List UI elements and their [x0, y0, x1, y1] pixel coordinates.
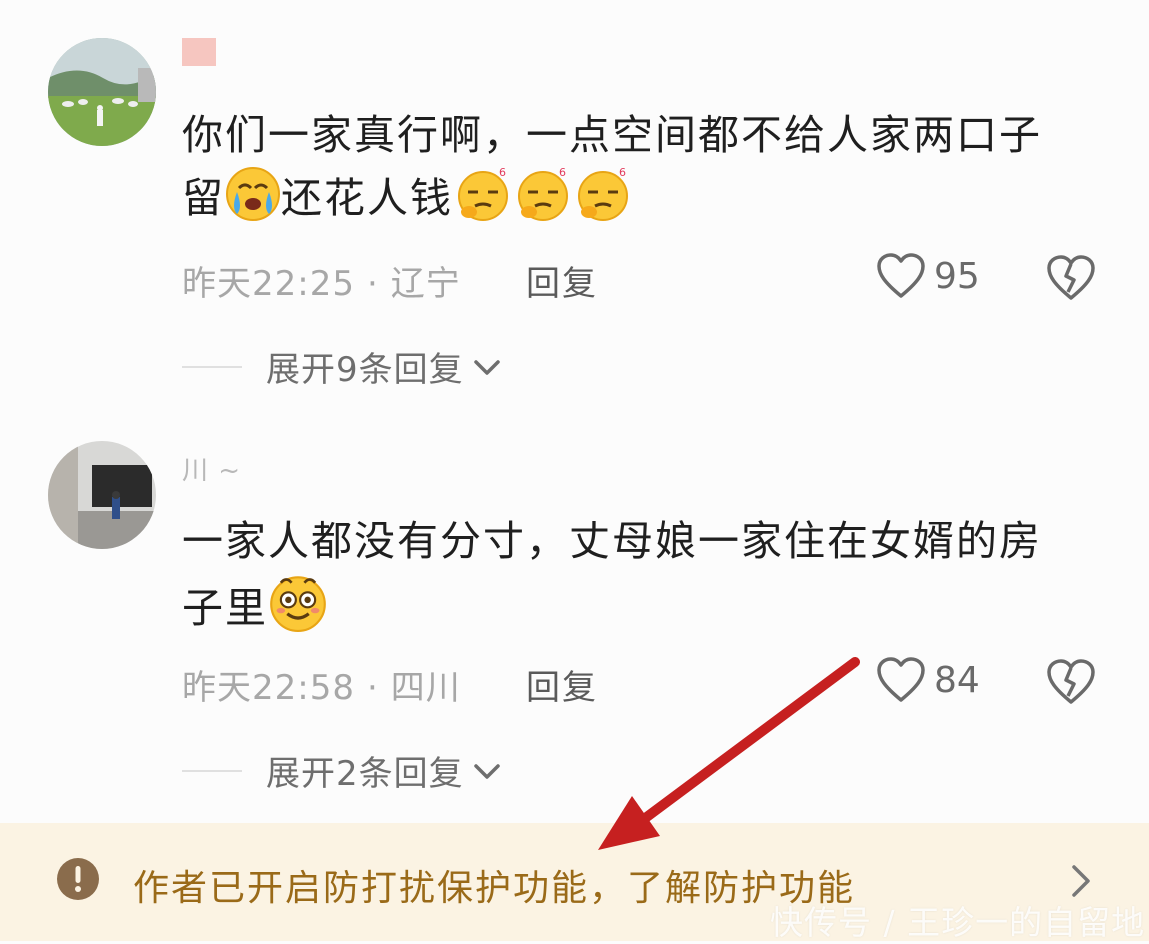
meta-separator: ·: [366, 668, 379, 708]
comment-text-line1: 一家人都没有分寸，丈母娘一家住在女婿的房: [182, 517, 1042, 565]
meta-separator: ·: [366, 264, 379, 304]
eye-roll-emoji: 6: [518, 166, 568, 221]
exclamation-circle-icon: [57, 858, 99, 900]
expand-replies[interactable]: 展开9条回复: [182, 342, 504, 391]
eye-roll-emoji: 6: [578, 166, 628, 221]
svg-text:6: 6: [619, 166, 628, 179]
comment-time: 昨天22:58: [182, 668, 355, 708]
chevron-down-icon: [473, 359, 500, 375]
username-obscured-block: [182, 37, 216, 66]
smiling-emoji: [270, 576, 326, 632]
avatar-image: [48, 38, 156, 146]
broken-heart-icon: [1047, 659, 1095, 704]
like-count: 95: [934, 255, 980, 297]
crying-emoji: [226, 167, 280, 221]
comment-meta: 昨天22:25 · 辽宁: [182, 256, 461, 305]
expand-divider: [182, 769, 242, 772]
avatar[interactable]: [48, 441, 156, 549]
comment-location: 四川: [390, 668, 461, 708]
expand-replies[interactable]: 展开2条回复: [182, 746, 504, 795]
comment-text: 你们一家真行啊，一点空间都不给人家两口子 留 还花人钱 6 6 6: [182, 104, 1102, 229]
chevron-right-icon[interactable]: [1066, 861, 1096, 901]
dislike-button[interactable]: [1046, 254, 1096, 306]
expand-replies-label: 展开9条回复: [266, 350, 464, 390]
reply-button[interactable]: 回复: [526, 256, 598, 305]
chevron-down-icon: [473, 763, 500, 779]
eye-roll-emoji: 6: [458, 166, 508, 221]
expand-replies-label: 展开2条回复: [266, 754, 464, 794]
username[interactable]: 川 ~: [182, 450, 241, 487]
protection-notice-text: 作者已开启防打扰保护功能，了解防护功能: [133, 868, 856, 909]
expand-divider: [182, 365, 242, 368]
comment-text-line2: 子里: [182, 572, 1102, 639]
like-count: 84: [934, 659, 980, 701]
reply-button[interactable]: 回复: [526, 660, 598, 709]
heart-outline-icon: [877, 253, 925, 298]
comment-time: 昨天22:25: [182, 264, 355, 304]
svg-text:6: 6: [559, 166, 568, 179]
svg-text:6: 6: [499, 166, 508, 179]
like-button[interactable]: 84: [876, 656, 980, 704]
comment-text-line1: 你们一家真行啊，一点空间都不给人家两口子: [182, 111, 1042, 159]
comment-text: 一家人都没有分寸，丈母娘一家住在女婿的房 子里: [182, 510, 1102, 639]
watermark-text: 快传号 / 王珍一的自留地: [770, 903, 1146, 942]
avatar-image: [48, 441, 156, 549]
dislike-button[interactable]: [1046, 658, 1096, 710]
broken-heart-icon: [1047, 255, 1095, 300]
heart-outline-icon: [877, 657, 925, 702]
comment-text-line2: 留 还花人钱 6 6 6: [182, 166, 1102, 229]
avatar[interactable]: [48, 38, 156, 146]
username[interactable]: [182, 36, 216, 66]
comment-location: 辽宁: [390, 264, 461, 304]
like-button[interactable]: 95: [876, 252, 980, 300]
comment-meta: 昨天22:58 · 四川: [182, 660, 461, 709]
